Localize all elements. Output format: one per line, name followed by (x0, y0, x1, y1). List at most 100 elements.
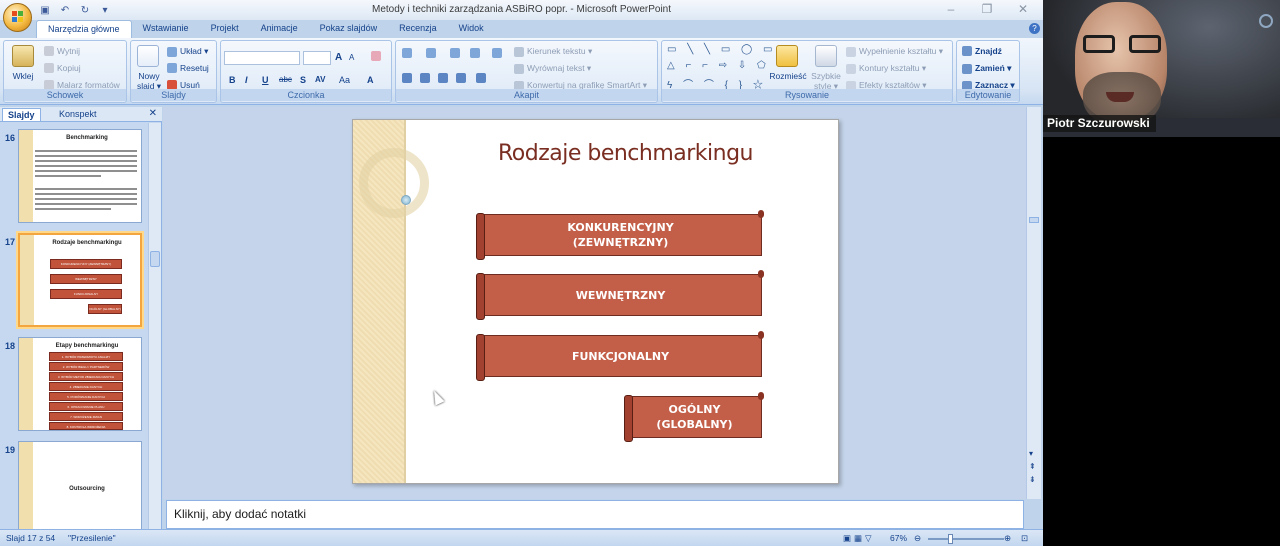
thumb-bar: 8. KONTROLA WDROŻENIA (49, 422, 123, 430)
tab-insert[interactable]: Wstawianie (132, 20, 200, 38)
zoom-slider-knob[interactable] (948, 534, 953, 544)
slide-number: 17 (5, 237, 16, 247)
replace-icon (962, 63, 972, 74)
slide-title[interactable]: Rodzaje benchmarkingu (413, 141, 838, 166)
columns-button[interactable] (476, 73, 486, 83)
replace-button[interactable]: Zamień ▾ (962, 63, 1011, 74)
theme-name[interactable]: "Przesilenie" (68, 533, 116, 543)
scroll-down-icon[interactable]: ▾ (1029, 449, 1033, 458)
next-slide-icon[interactable]: ⇟ (1029, 475, 1036, 484)
layout-button[interactable]: Układ ▾ (167, 46, 208, 57)
slides-group: Nowy slajd ▾ Układ ▾ Resetuj Usuń Slajdy (130, 40, 217, 103)
slides-pane: Slajdy Konspekt ✕ 16 Benchmarking 17 Rod… (0, 107, 162, 529)
clear-format-button[interactable] (371, 51, 381, 61)
banner-competitive[interactable]: KONKURENCYJNY (ZEWNĘTRZNY) (476, 210, 764, 260)
office-button[interactable] (3, 3, 32, 32)
tab-view[interactable]: Widok (448, 20, 495, 38)
numbering-button[interactable] (426, 48, 436, 58)
zoom-out-icon[interactable]: ⊖ (914, 533, 921, 544)
grow-font-button[interactable]: A (335, 52, 342, 63)
strikethrough-button[interactable]: abc (279, 75, 292, 84)
thumb-title: Benchmarking (66, 135, 108, 141)
increase-indent-button[interactable] (470, 48, 480, 58)
pane-scroll-thumb[interactable] (150, 251, 160, 267)
bold-button[interactable]: B (229, 75, 236, 85)
notes-pane[interactable]: Kliknij, aby dodać notatki (166, 500, 1024, 529)
change-case-button[interactable]: Aa (339, 75, 350, 85)
decrease-indent-button[interactable] (450, 48, 460, 58)
help-icon[interactable]: ? (1029, 23, 1040, 34)
zoom-level[interactable]: 67% (890, 533, 907, 543)
slide-thumbnail-17[interactable]: Rodzaje benchmarkingu KONKURENCYJNY (ZEW… (18, 233, 142, 327)
banner-functional[interactable]: FUNKCJONALNY (476, 331, 764, 381)
paste-button[interactable]: Wklej (8, 71, 38, 81)
shadow-button[interactable]: S (300, 75, 306, 85)
copy-button[interactable]: Kopiuj (44, 63, 81, 73)
quick-styles-button[interactable]: Szybkie style ▾ (808, 71, 844, 91)
tab-home[interactable]: Narzędzia główne (36, 20, 132, 38)
banner-internal[interactable]: WEWNĘTRZNY (476, 270, 764, 320)
thumb-text-line (35, 188, 137, 190)
text-direction-button[interactable]: Kierunek tekstu ▾ (514, 46, 592, 57)
editing-group: Znajdź Zamień ▾ Zaznacz ▾ Edytowanie (956, 40, 1020, 103)
pane-scrollbar[interactable] (148, 123, 161, 529)
view-buttons[interactable]: ▣▦▽ (843, 533, 875, 544)
shapes-gallery-row2-icon[interactable]: △ ⌐ ⌐ ⇨ ⇩ ⬠ (667, 60, 770, 71)
slide-thumbnail-19[interactable]: Outsourcing (18, 441, 142, 529)
tab-slides[interactable]: Slajdy (2, 108, 41, 121)
new-slide-button[interactable]: Nowy slajd ▾ (133, 71, 165, 91)
new-slide-icon[interactable] (137, 45, 159, 67)
character-spacing-button[interactable]: AV (315, 75, 326, 84)
slide-thumbnail-18[interactable]: Etapy benchmarkingu 1. WYBÓR PRZEDMIOTU … (18, 337, 142, 431)
justify-button[interactable] (456, 73, 466, 83)
banner-general[interactable]: OGÓLNY (GLOBALNY) (624, 392, 764, 442)
bullets-button[interactable] (402, 48, 412, 58)
vertical-scrollbar[interactable]: ▾ ⇞ ⇟ (1026, 107, 1041, 499)
zoom-slider[interactable] (928, 534, 1004, 544)
find-button[interactable]: Znajdź (962, 46, 1002, 56)
current-slide[interactable]: Rodzaje benchmarkingu KONKURENCYJNY (ZEWN… (352, 119, 839, 484)
shapes-gallery-icon[interactable]: ▭ ╲ ╲ ▭ ◯ ▭ (667, 44, 776, 55)
align-text-button[interactable]: Wyrównaj tekst ▾ (514, 63, 591, 74)
shrink-font-button[interactable]: A (349, 53, 354, 62)
thumb-text-line (35, 165, 137, 167)
reset-button[interactable]: Resetuj (167, 63, 209, 73)
arrange-button[interactable]: Rozmieść (768, 71, 808, 81)
binoculars-icon (962, 46, 972, 56)
tab-slideshow[interactable]: Pokaz slajdów (309, 20, 389, 38)
fit-to-window-icon[interactable]: ⊡ (1021, 533, 1028, 544)
editing-group-label: Edytowanie (957, 89, 1019, 101)
quick-styles-icon[interactable] (815, 45, 837, 67)
close-button[interactable]: ✕ (1015, 2, 1031, 16)
font-color-button[interactable]: A (367, 75, 374, 85)
paste-icon[interactable] (12, 45, 34, 67)
slide-number: 19 (5, 445, 16, 455)
cut-button[interactable]: Wytnij (44, 46, 80, 56)
tab-outline[interactable]: Konspekt (54, 108, 102, 120)
scroll-thumb[interactable] (1029, 217, 1039, 223)
font-size-box[interactable] (303, 51, 331, 65)
italic-button[interactable]: I (245, 75, 248, 85)
align-right-button[interactable] (438, 73, 448, 83)
align-center-button[interactable] (420, 73, 430, 83)
tab-animations[interactable]: Animacje (250, 20, 309, 38)
minimize-button[interactable]: – (943, 2, 959, 16)
line-spacing-button[interactable] (492, 48, 502, 58)
align-left-button[interactable] (402, 73, 412, 83)
thumb-title: Outsourcing (69, 486, 105, 492)
previous-slide-icon[interactable]: ⇞ (1029, 462, 1036, 471)
font-name-box[interactable] (224, 51, 300, 65)
shape-outline-button[interactable]: Kontury kształtu ▾ (846, 63, 926, 74)
restore-button[interactable]: ❐ (979, 2, 995, 16)
thumb-text-line (35, 160, 137, 162)
zoom-in-icon[interactable]: ⊕ (1004, 533, 1011, 544)
underline-button[interactable]: U (262, 75, 269, 85)
tab-design[interactable]: Projekt (200, 20, 250, 38)
tab-review[interactable]: Recenzja (388, 20, 448, 38)
arrange-icon[interactable] (776, 45, 798, 67)
copy-icon (44, 63, 54, 73)
shape-fill-button[interactable]: Wypełnienie kształtu ▾ (846, 46, 943, 57)
close-pane-icon[interactable]: ✕ (149, 108, 157, 119)
slides-group-label: Slajdy (131, 89, 216, 101)
slide-thumbnail-16[interactable]: Benchmarking (18, 129, 142, 223)
